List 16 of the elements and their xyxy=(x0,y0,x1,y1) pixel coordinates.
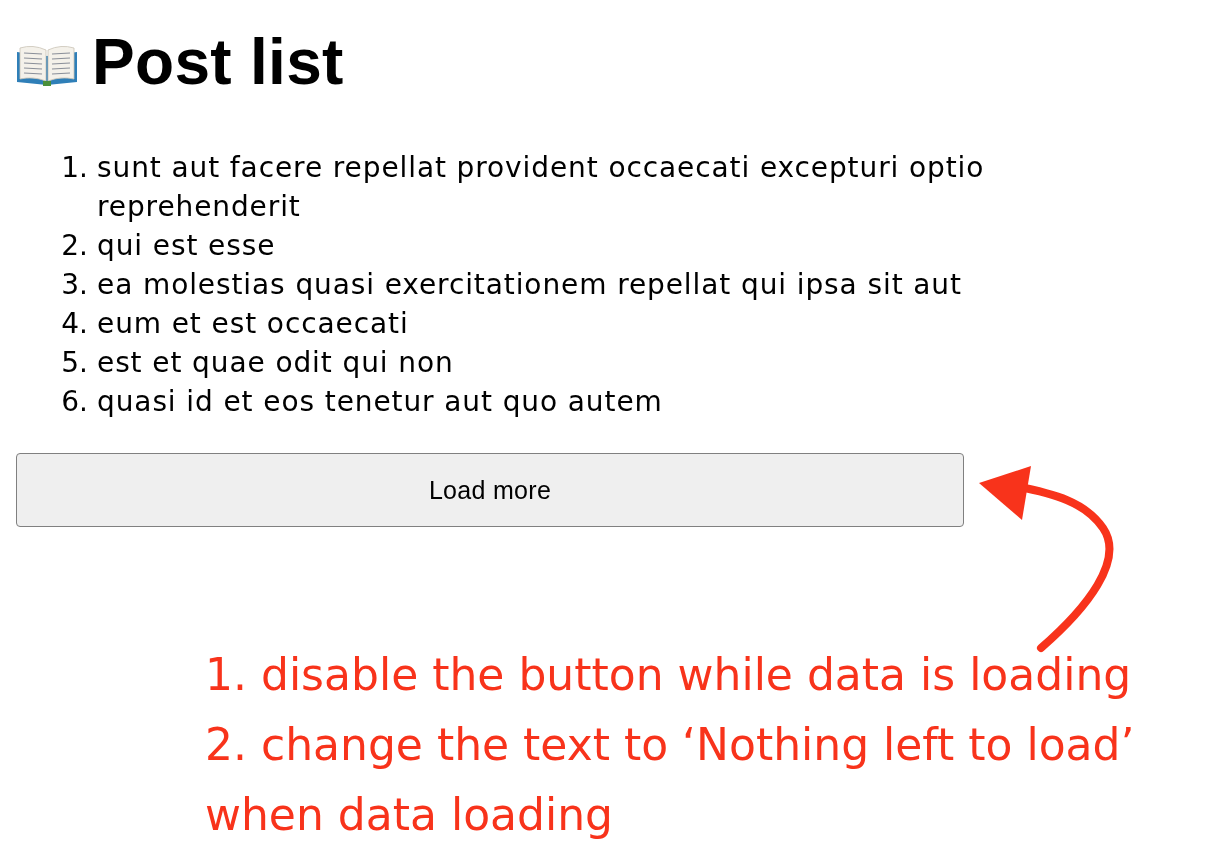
post-title: est et quae odit qui non xyxy=(97,345,454,381)
list-number: 4. xyxy=(61,306,88,342)
annotation-text: 1. disable the button while data is loading xyxy=(205,648,1133,702)
post-title: qui est esse xyxy=(97,228,276,264)
list-number: 5. xyxy=(61,345,88,381)
post-title: eum et est occaecati xyxy=(97,306,409,342)
load-more-button[interactable]: Load more xyxy=(16,453,964,527)
list-number: 2. xyxy=(61,228,88,264)
post-title: ea molestias quasi exercitationem repellat qui ipsa sit aut xyxy=(97,267,962,303)
list-number: 6. xyxy=(61,384,88,420)
annotation-text: 2. change the text to ‘Nothing left to load’ when data loading xyxy=(205,718,1136,842)
page-title: Post list xyxy=(92,25,344,100)
post-title: quasi id et eos tenetur aut quo autem xyxy=(97,384,663,420)
list-number: 1. xyxy=(61,150,88,186)
open-book-icon xyxy=(16,43,78,86)
list-number: 3. xyxy=(61,267,88,303)
